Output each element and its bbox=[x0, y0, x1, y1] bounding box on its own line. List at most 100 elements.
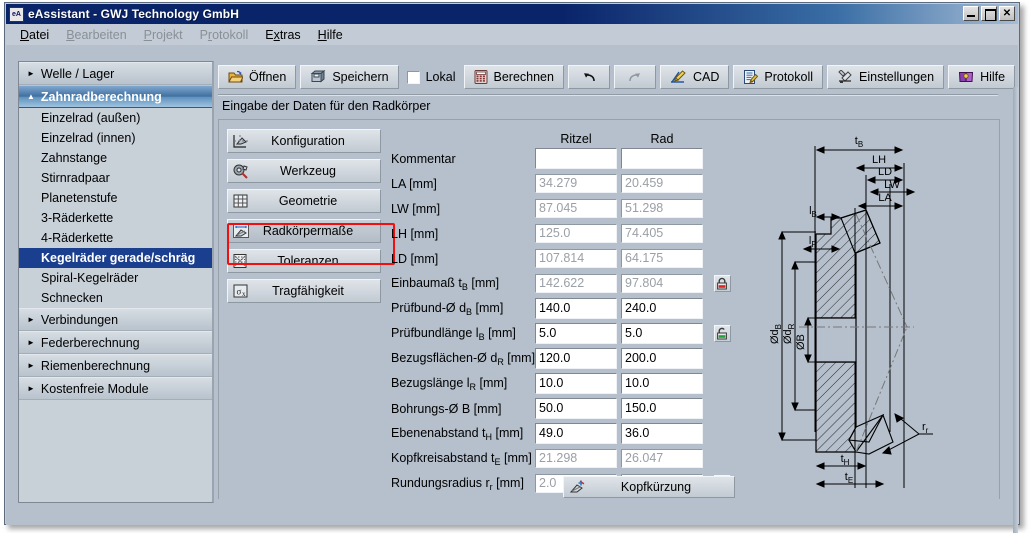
kopfkreisabstand-te-rad-input[interactable]: 26.047 bbox=[621, 449, 703, 468]
row-label: Kommentar bbox=[391, 152, 531, 166]
form-container: Konfiguration Werkzeug Geometrie bbox=[218, 119, 1000, 499]
row-label-unit: [mm] bbox=[492, 426, 523, 440]
sidebar-item-einzelrad-innen[interactable]: Einzelrad (innen) bbox=[19, 128, 212, 148]
load-capacity-icon: σx bbox=[228, 283, 254, 299]
redo-button[interactable] bbox=[614, 65, 656, 89]
row-label: LH [mm] bbox=[391, 227, 531, 241]
chevron-right-icon: ► bbox=[27, 338, 35, 347]
undo-button[interactable] bbox=[568, 65, 610, 89]
sidebar-group-kostenfreie-module[interactable]: ► Kostenfreie Module bbox=[19, 377, 212, 400]
checkbox-icon[interactable] bbox=[407, 71, 420, 84]
screen-root: eA eAssistant - GWJ Technology GmbH ✕ Da… bbox=[0, 0, 1030, 533]
save-button-label: Speichern bbox=[332, 70, 388, 84]
panel-right-edge bbox=[1013, 87, 1018, 533]
sidebar-item-4-raederkette[interactable]: 4-Räderkette bbox=[19, 228, 212, 248]
sidebar-group-riemenberechnung[interactable]: ► Riemenberechnung bbox=[19, 354, 212, 377]
tab-konfiguration[interactable]: Konfiguration bbox=[227, 129, 381, 153]
sidebar-item-spiral-kegelraeder[interactable]: Spiral-Kegelräder bbox=[19, 268, 212, 288]
tab-radkoerpermasse[interactable]: Radkörpermaße bbox=[227, 219, 381, 243]
sidebar-item-planetenstufe[interactable]: Planetenstufe bbox=[19, 188, 212, 208]
lh-rad-input[interactable]: 74.405 bbox=[621, 224, 703, 243]
navigation-sidebar[interactable]: ► Welle / Lager ▲ Zahnradberechnung Einz… bbox=[18, 61, 214, 503]
sidebar-group-zahnradberechnung[interactable]: ▲ Zahnradberechnung bbox=[19, 85, 212, 108]
settings-tools-icon bbox=[837, 70, 853, 84]
bezugsflaechen-dr-rad-input[interactable]: 200.0 bbox=[621, 348, 703, 369]
la-ritzel-input[interactable]: 34.279 bbox=[535, 174, 617, 193]
close-icon[interactable]: ✕ bbox=[999, 6, 1015, 21]
maximize-icon[interactable] bbox=[981, 6, 997, 21]
row-label: Ebenenabstand tH [mm] bbox=[391, 426, 531, 442]
einbaumass-tb-rad-input[interactable]: 97.804 bbox=[621, 274, 703, 293]
no-lock bbox=[714, 375, 731, 392]
einbaumass-tb-ritzel-input[interactable]: 142.622 bbox=[535, 274, 617, 293]
sidebar-item-einzelrad-aussen[interactable]: Einzelrad (außen) bbox=[19, 108, 212, 128]
ebenenabstand-th-rad-input[interactable]: 36.0 bbox=[621, 423, 703, 444]
kommentar-rad-input[interactable] bbox=[621, 148, 703, 169]
menu-item-bearbeiten[interactable]: Bearbeiten bbox=[66, 28, 126, 42]
pruefbund-db-ritzel-input[interactable]: 140.0 bbox=[535, 298, 617, 319]
row-label: LW [mm] bbox=[391, 202, 531, 216]
calculate-button[interactable]: Berechnen bbox=[464, 65, 564, 89]
bezugslaenge-lr-ritzel-input[interactable]: 10.0 bbox=[535, 373, 617, 394]
sidebar-item-3-raederkette[interactable]: 3-Räderkette bbox=[19, 208, 212, 228]
menu-item-protokoll[interactable]: Protokoll bbox=[200, 28, 249, 42]
lw-ritzel-input[interactable]: 87.045 bbox=[535, 199, 617, 218]
cad-button[interactable]: CAD bbox=[660, 65, 729, 89]
ebenenabstand-th-ritzel-input[interactable]: 49.0 bbox=[535, 423, 617, 444]
sidebar-item-stirnradpaar[interactable]: Stirnradpaar bbox=[19, 168, 212, 188]
menu-item-hilfe[interactable]: Hilfe bbox=[318, 28, 343, 42]
help-button[interactable]: Hilfe bbox=[948, 65, 1015, 89]
minimize-icon[interactable] bbox=[963, 6, 979, 21]
pruefbundlaenge-lb-rad-input[interactable]: 5.0 bbox=[621, 323, 703, 344]
tab-tragfaehigkeit[interactable]: σx Tragfähigkeit bbox=[227, 279, 381, 303]
sidebar-item-label: 3-Räderkette bbox=[41, 211, 113, 225]
help-book-icon bbox=[958, 70, 974, 84]
dim-label-oedr: ØdR bbox=[782, 323, 796, 344]
bohrungs-b-rad-input[interactable]: 150.0 bbox=[621, 398, 703, 419]
geometry-grid-icon bbox=[228, 193, 254, 209]
tab-toleranzen[interactable]: Toleranzen bbox=[227, 249, 381, 273]
kopfkreisabstand-te-ritzel-input[interactable]: 21.298 bbox=[535, 449, 617, 468]
tab-werkzeug[interactable]: Werkzeug bbox=[227, 159, 381, 183]
sidebar-item-zahnstange[interactable]: Zahnstange bbox=[19, 148, 212, 168]
form-header-row: Ritzel Rad bbox=[391, 124, 751, 146]
menu-bar: Datei Bearbeiten Projekt Protokoll Extra… bbox=[6, 24, 1018, 45]
sidebar-item-label: Kegelräder gerade/schräg bbox=[41, 251, 195, 265]
sidebar-item-kegelraeder-gerade-schraeg[interactable]: Kegelräder gerade/schräg bbox=[19, 248, 212, 268]
undo-icon bbox=[581, 71, 597, 83]
row-label: Bezugslänge lR [mm] bbox=[391, 376, 531, 392]
ld-rad-input[interactable]: 64.175 bbox=[621, 249, 703, 268]
sidebar-item-label: Zahnstange bbox=[41, 151, 107, 165]
bezugsflaechen-dr-ritzel-input[interactable]: 120.0 bbox=[535, 348, 617, 369]
lock-closed-icon[interactable] bbox=[714, 275, 731, 292]
protocol-button[interactable]: Protokoll bbox=[733, 65, 823, 89]
pruefbundlaenge-lb-ritzel-input[interactable]: 5.0 bbox=[535, 323, 617, 344]
menu-item-datei[interactable]: Datei bbox=[20, 28, 49, 42]
ld-ritzel-input[interactable]: 107.814 bbox=[535, 249, 617, 268]
la-rad-input[interactable]: 20.459 bbox=[621, 174, 703, 193]
save-button[interactable]: Speichern bbox=[300, 65, 398, 89]
lock-open-icon[interactable] bbox=[714, 325, 731, 342]
row-label-text: Prüfbundlänge l bbox=[391, 326, 479, 340]
kommentar-ritzel-input[interactable] bbox=[535, 148, 617, 169]
settings-button[interactable]: Einstellungen bbox=[827, 65, 944, 89]
row-label: Prüfbundlänge lB [mm] bbox=[391, 326, 531, 342]
lh-ritzel-input[interactable]: 125.0 bbox=[535, 224, 617, 243]
sidebar-item-schnecken[interactable]: Schnecken bbox=[19, 288, 212, 308]
tab-geometrie[interactable]: Geometrie bbox=[227, 189, 381, 213]
pruefbund-db-rad-input[interactable]: 240.0 bbox=[621, 298, 703, 319]
bohrungs-b-ritzel-input[interactable]: 50.0 bbox=[535, 398, 617, 419]
lokal-checkbox[interactable]: Lokal bbox=[403, 65, 460, 89]
sidebar-item-label: Stirnradpaar bbox=[41, 171, 110, 185]
bezugslaenge-lr-rad-input[interactable]: 10.0 bbox=[621, 373, 703, 394]
kopfkuerzung-button[interactable]: Kopfkürzung bbox=[563, 476, 735, 498]
lw-rad-input[interactable]: 51.298 bbox=[621, 199, 703, 218]
open-button[interactable]: Öffnen bbox=[218, 65, 296, 89]
sidebar-group-verbindungen[interactable]: ► Verbindungen bbox=[19, 308, 212, 331]
menu-item-extras[interactable]: Extras bbox=[265, 28, 300, 42]
menu-item-projekt[interactable]: Projekt bbox=[144, 28, 183, 42]
sidebar-group-welle-lager[interactable]: ► Welle / Lager bbox=[19, 62, 212, 85]
row-label: Bezugsflächen-Ø dR [mm] bbox=[391, 351, 531, 367]
sidebar-group-federberechnung[interactable]: ► Federberechnung bbox=[19, 331, 212, 354]
row-label-unit: [mm] bbox=[501, 451, 532, 465]
